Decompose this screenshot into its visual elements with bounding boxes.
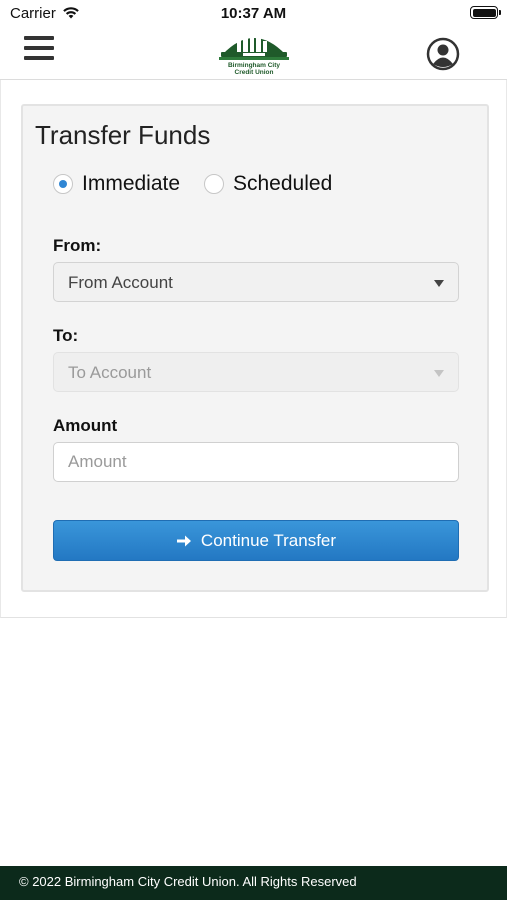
- continue-transfer-label: Continue Transfer: [200, 530, 337, 550]
- radio-immediate[interactable]: Immediate: [53, 172, 180, 196]
- footer: © 2022 Birmingham City Credit Union. All…: [0, 866, 507, 900]
- from-label: From:: [53, 236, 102, 255]
- brand-logo[interactable]: Birmingham City Credit Union: [215, 28, 293, 78]
- radio-scheduled-label: Scheduled: [233, 172, 333, 195]
- caret-down-icon: [434, 280, 444, 287]
- transfer-funds-panel: Transfer Funds Immediate Scheduled From:…: [21, 104, 489, 592]
- status-bar: Carrier 10:37 AM: [0, 0, 507, 28]
- logo-text-line2: Credit Union: [234, 69, 274, 76]
- user-circle-icon[interactable]: [426, 37, 460, 71]
- radio-immediate-label: Immediate: [82, 172, 181, 195]
- hamburger-menu-icon[interactable]: [24, 36, 54, 62]
- caret-down-icon: [434, 370, 444, 377]
- radio-scheduled[interactable]: Scheduled: [204, 172, 332, 196]
- to-account-select[interactable]: To Account: [53, 352, 459, 392]
- continue-transfer-button[interactable]: Continue Transfer: [53, 520, 459, 561]
- main-content: Transfer Funds Immediate Scheduled From:…: [0, 80, 507, 618]
- to-label: To:: [53, 326, 79, 345]
- copyright-text: © 2022 Birmingham City Credit Union. All…: [19, 874, 357, 889]
- clock: 10:37 AM: [220, 5, 287, 22]
- logo-emblem-icon: [219, 33, 289, 60]
- amount-input[interactable]: [53, 442, 459, 482]
- app-header: Birmingham City Credit Union: [0, 28, 507, 80]
- from-account-select[interactable]: From Account: [53, 262, 459, 302]
- arrow-right-icon: [176, 535, 191, 546]
- logo-text-line1: Birmingham City: [227, 62, 280, 69]
- battery-icon: [470, 6, 501, 19]
- radio-checked-icon: [53, 174, 73, 194]
- radio-unchecked-icon: [204, 174, 224, 194]
- amount-label: Amount: [53, 416, 118, 435]
- from-account-value: From Account: [68, 273, 173, 292]
- to-account-value: To Account: [68, 363, 152, 382]
- page-title: Transfer Funds: [35, 120, 211, 150]
